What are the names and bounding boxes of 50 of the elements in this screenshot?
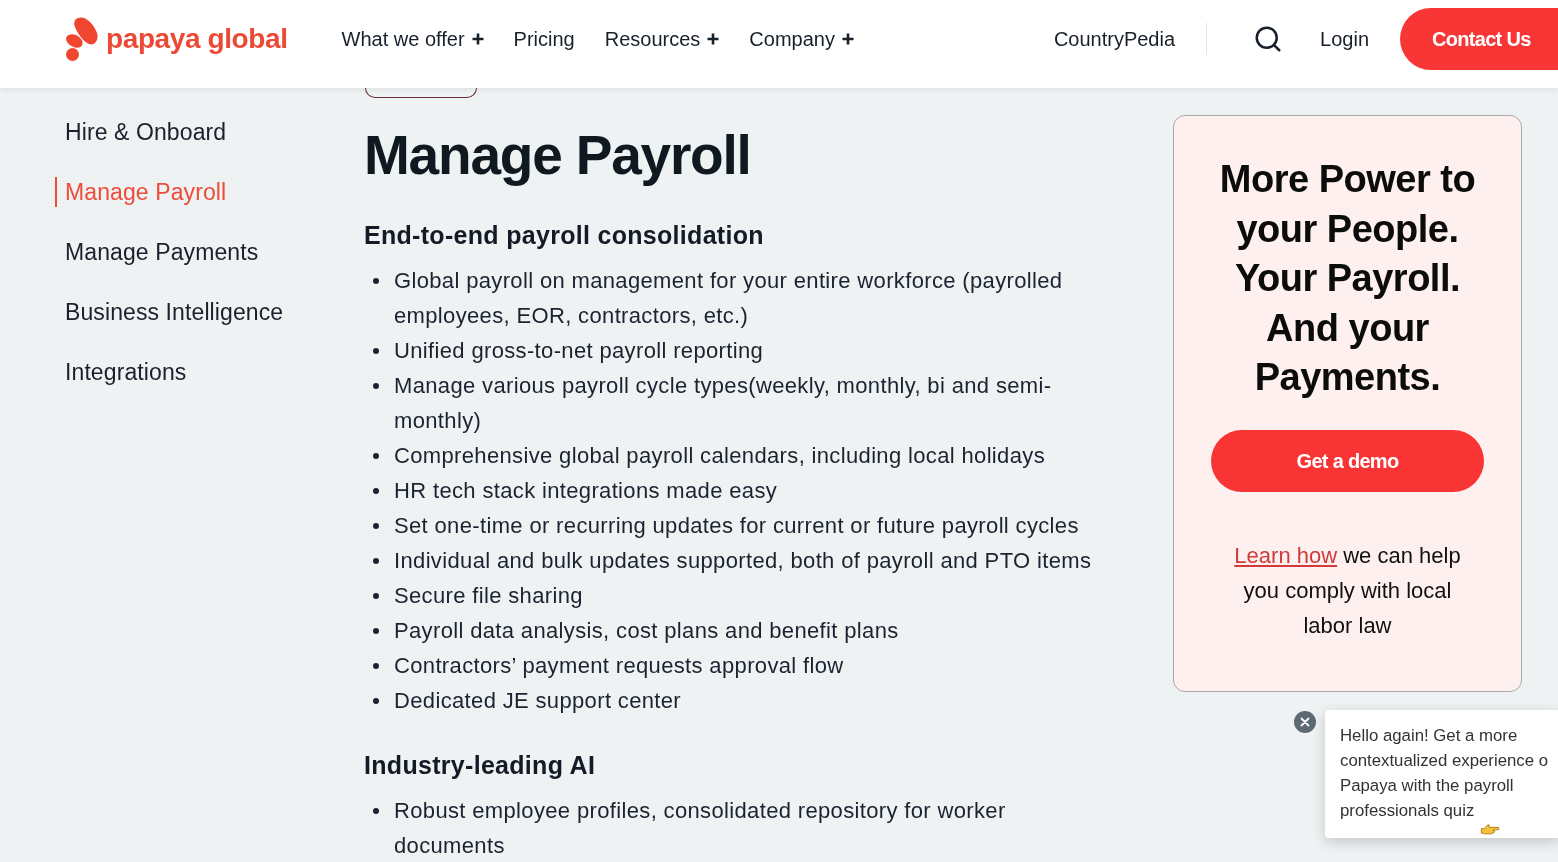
learn-link[interactable]: Learn how — [1234, 542, 1338, 568]
bullet-text: Dedicated JE support center — [394, 687, 683, 715]
bullet-text: Payroll data analysis, cost plans and benefit plans — [394, 617, 900, 645]
sidebar-item[interactable]: Manage Payments — [55, 237, 259, 267]
plus-icon — [841, 33, 854, 45]
bullet-icon — [373, 347, 379, 354]
bullet-text: Secure file sharing — [394, 582, 584, 610]
bullet-icon — [373, 452, 379, 459]
plus-icon — [707, 33, 720, 45]
nav-item[interactable]: Company — [749, 25, 854, 53]
promo-title: More Power to your People. Your Payroll. And your Payments. — [1218, 157, 1477, 400]
bullet-text: Comprehensive global payroll calendars, including local holidays — [394, 442, 1046, 470]
pointing-hand-icon — [1480, 822, 1501, 836]
bullet-text: Individual and bulk updates supported, both of payroll and PTO items — [394, 547, 1093, 575]
bullet-icon — [373, 697, 379, 704]
bullet-text: Unified gross-to-net payroll reporting — [394, 337, 765, 365]
login-link[interactable]: Login — [1320, 25, 1369, 53]
countrypedia-link[interactable]: CountryPedia — [1053, 25, 1176, 53]
bullet-icon — [373, 592, 379, 599]
bullet-text: HR tech stack integrations made easy — [394, 477, 779, 505]
close-icon[interactable] — [1294, 711, 1316, 733]
bullet-text: Global payroll on management for your entire workforce (payrolled employees, EOR, contractors, etc.) — [394, 267, 1064, 330]
demo-button[interactable]: Get a demo — [1211, 430, 1484, 492]
bullet-icon — [373, 627, 379, 634]
bullet-icon — [373, 662, 379, 669]
plus-icon — [471, 33, 484, 45]
bullet-icon — [373, 807, 379, 814]
bullet-text: Manage various payroll cycle types(weekly, monthly, bi and semi-monthly) — [394, 372, 1053, 435]
chat-message: Hello again! Get a more contextualized experience o Papaya with the payroll professionals quiz — [1340, 726, 1549, 820]
bullet-icon — [373, 522, 379, 529]
sidebar-item[interactable]: Business Intelligence — [55, 297, 284, 327]
sidebar-item[interactable]: Integrations — [55, 357, 187, 387]
logo-icon — [64, 16, 100, 62]
sidebar-item[interactable]: Hire & Onboard — [55, 117, 227, 147]
nav-item[interactable]: What we offer — [341, 25, 484, 53]
bullet-icon — [373, 557, 379, 564]
logo-text[interactable]: papaya global — [106, 22, 288, 56]
section-heading: End-to-end payroll consolidation — [364, 220, 764, 250]
promo-text: Learn how we can help you comply with local labor law — [1233, 541, 1462, 640]
bullet-icon — [373, 382, 379, 389]
bullet-icon — [373, 487, 379, 494]
bullet-text: Contractors’ payment requests approval flow — [394, 652, 845, 680]
bullet-text: Set one-time or recurring updates for current or future payroll cycles — [394, 512, 1080, 540]
nav-item[interactable]: Resources — [604, 25, 720, 53]
nav-item[interactable]: Pricing — [513, 25, 575, 53]
page-title: Manage Payroll — [364, 123, 751, 187]
section-heading: Industry-leading AI — [364, 750, 596, 780]
bullet-icon — [373, 277, 379, 284]
contact-button[interactable]: Contact Us — [1400, 8, 1558, 70]
bullet-text: Robust employee profiles, consolidated repository for worker documents — [394, 797, 1007, 860]
